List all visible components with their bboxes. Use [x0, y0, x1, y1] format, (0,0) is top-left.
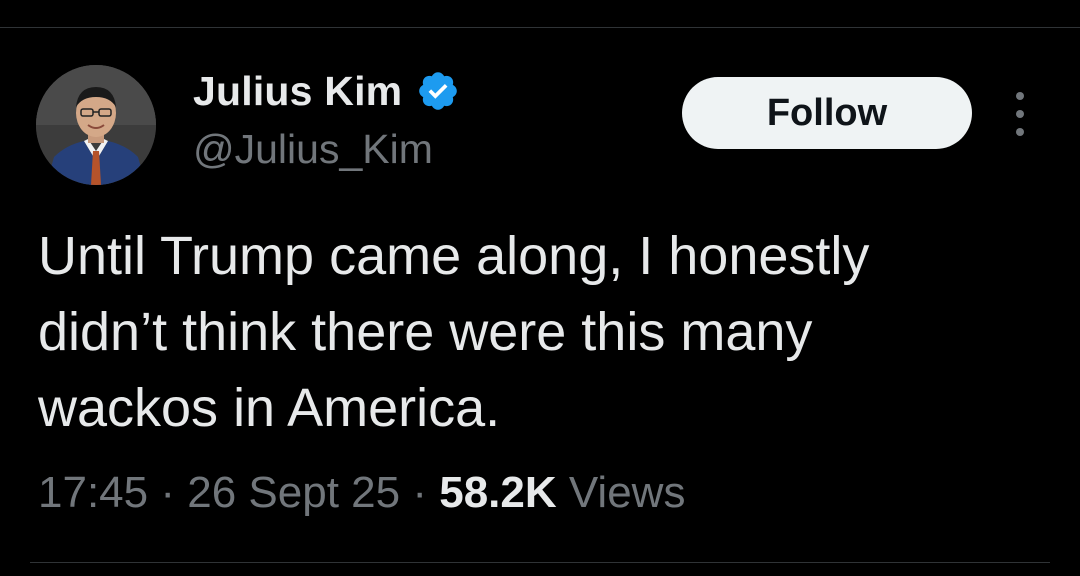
more-dot: [1016, 110, 1024, 118]
top-divider: [0, 27, 1080, 28]
tweet-text-line: Until Trump came along, I honestly: [38, 226, 870, 286]
views-count: 58.2K: [439, 468, 557, 517]
tweet-meta: 17:45 · 26 Sept 25 · 58.2K Views: [38, 468, 685, 518]
follow-button[interactable]: Follow: [682, 77, 972, 149]
tweet-text-line: didn’t think there were this many: [38, 302, 813, 362]
avatar[interactable]: [36, 65, 156, 185]
views-label: Views: [568, 468, 686, 517]
bottom-divider: [30, 562, 1050, 563]
tweet-date[interactable]: 26 Sept 25: [187, 468, 400, 517]
author-handle[interactable]: @Julius_Kim: [193, 126, 433, 173]
avatar-photo: [36, 65, 156, 185]
tweet-time[interactable]: 17:45: [38, 468, 148, 517]
author-name-row: Julius Kim: [193, 66, 460, 116]
tweet-text: Until Trump came along, I honestly didn’…: [38, 218, 1048, 446]
more-dot: [1016, 92, 1024, 100]
more-dot: [1016, 128, 1024, 136]
meta-separator: ·: [412, 468, 427, 517]
verified-badge-icon: [419, 72, 458, 110]
tweet-text-line: wackos in America.: [38, 378, 501, 438]
more-vertical-icon[interactable]: [1005, 92, 1035, 136]
meta-separator: ·: [160, 468, 175, 517]
author-name[interactable]: Julius Kim: [193, 68, 402, 115]
